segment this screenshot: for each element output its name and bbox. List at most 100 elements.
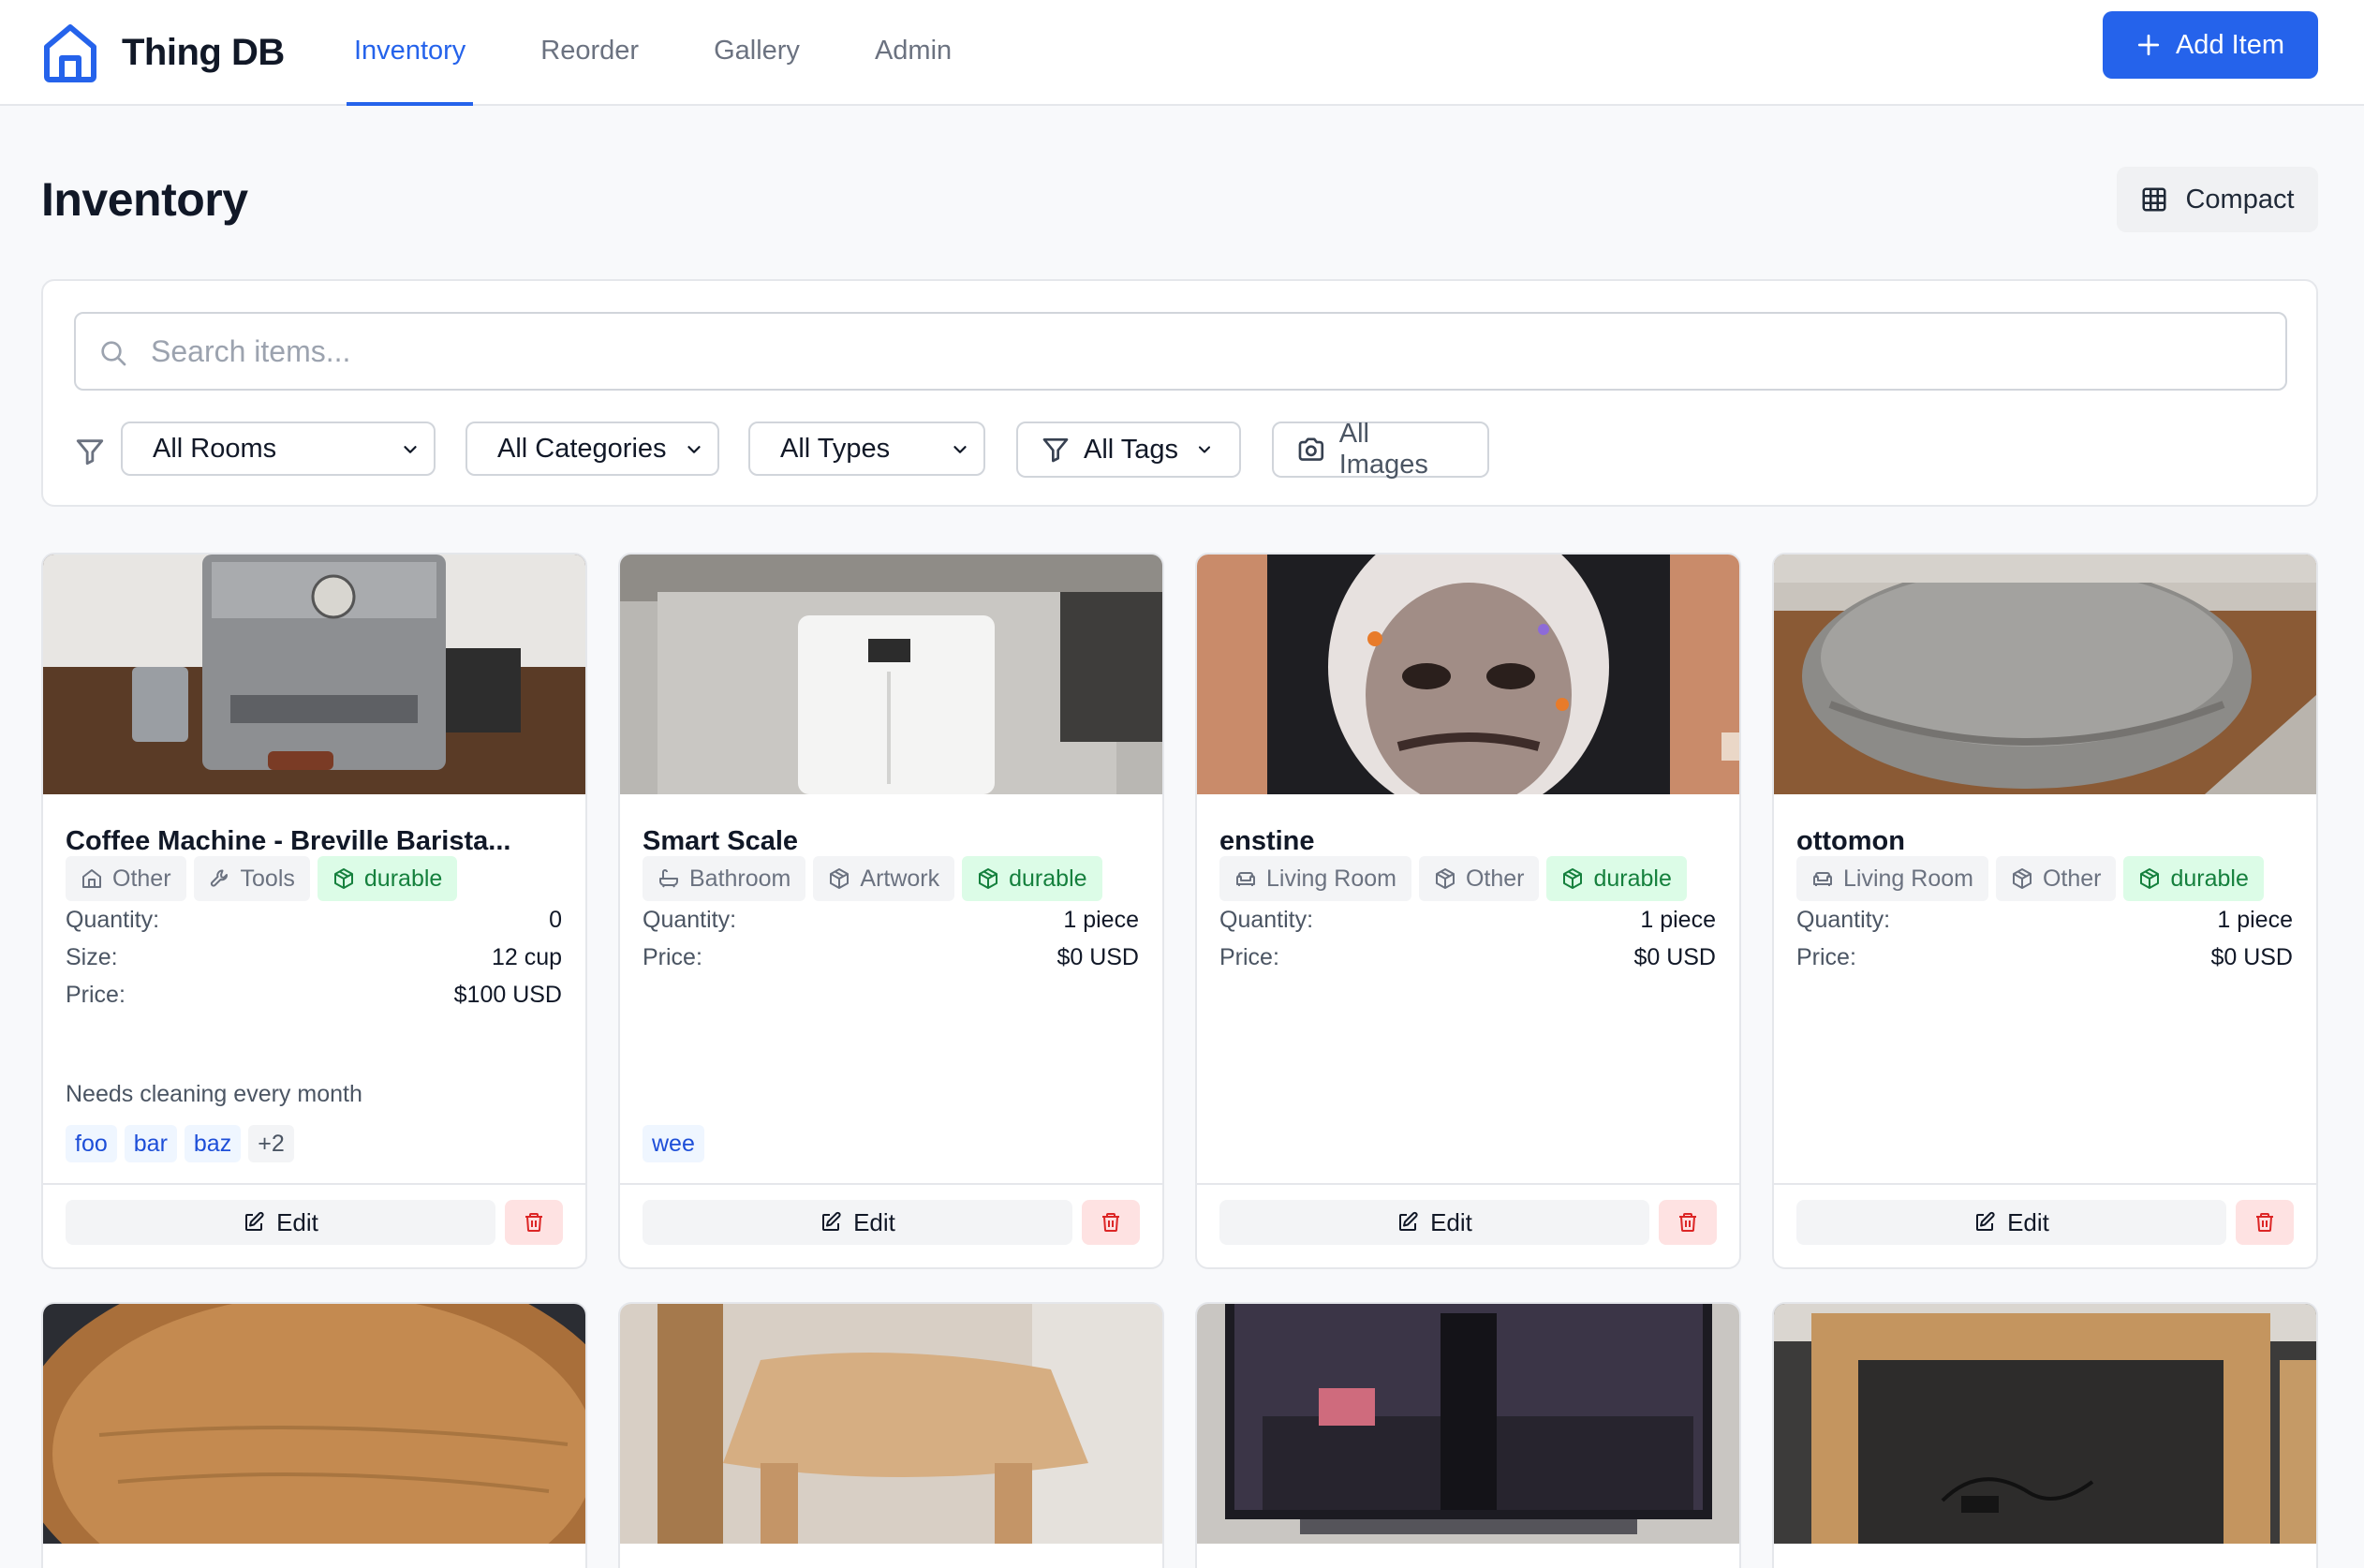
size-label: Size: xyxy=(66,944,118,970)
types-select-value: All Types xyxy=(780,433,891,464)
filter-panel: All Rooms All Categories All Types All T… xyxy=(41,279,2318,507)
item-card[interactable]: Smart Scale Bathroom Artwork durable Qua… xyxy=(618,553,1164,1269)
category-badge-label: Artwork xyxy=(860,865,940,892)
camera-icon xyxy=(1298,437,1324,461)
item-tags: foo bar baz +2 xyxy=(66,1125,294,1162)
edit-button[interactable]: Edit xyxy=(1796,1200,2226,1245)
item-title[interactable]: enstine xyxy=(1219,826,1716,857)
add-item-label: Add Item xyxy=(2175,29,2285,60)
item-photo-enstine[interactable] xyxy=(1197,555,1739,794)
item-photo-wood-stool[interactable] xyxy=(620,1304,1162,1544)
rooms-select[interactable]: All Rooms xyxy=(121,422,436,476)
category-badge-label: Other xyxy=(1465,865,1525,892)
more-tags-chip[interactable]: +2 xyxy=(248,1125,294,1162)
compact-view-button[interactable]: Compact xyxy=(2117,167,2318,232)
type-badge-label: durable xyxy=(1009,865,1087,892)
edit-button[interactable]: Edit xyxy=(643,1200,1072,1245)
edit-button[interactable]: Edit xyxy=(1219,1200,1649,1245)
edit-icon xyxy=(1973,1211,1996,1234)
room-badge: Living Room xyxy=(1796,856,1988,901)
categories-select[interactable]: All Categories xyxy=(465,422,719,476)
nav-tab-inventory[interactable]: Inventory xyxy=(347,0,474,106)
main-nav: Inventory Reorder Gallery Admin xyxy=(347,0,1019,106)
quantity-row: Quantity: 1 piece xyxy=(1219,907,1716,934)
room-badge-label: Living Room xyxy=(1266,865,1396,892)
nav-tab-admin[interactable]: Admin xyxy=(867,0,959,106)
package-icon xyxy=(2011,867,2033,890)
tags-filter-label: All Tags xyxy=(1084,434,1179,465)
images-filter-button[interactable]: All Images xyxy=(1272,419,1489,480)
category-badge: Other xyxy=(1418,856,1540,901)
price-label: Price: xyxy=(643,944,702,970)
types-select[interactable]: All Types xyxy=(748,422,985,476)
item-title[interactable]: ottomon xyxy=(1796,826,2293,857)
package-icon xyxy=(2138,867,2161,890)
nav-tab-gallery[interactable]: Gallery xyxy=(706,0,807,106)
search-input[interactable] xyxy=(151,314,2268,389)
edit-button[interactable]: Edit xyxy=(66,1200,495,1245)
quantity-label: Quantity: xyxy=(1219,907,1314,933)
rooms-select-value: All Rooms xyxy=(153,433,277,464)
item-photo-wood-tray[interactable] xyxy=(43,1304,585,1544)
delete-button[interactable] xyxy=(2236,1200,2294,1245)
item-title[interactable]: Coffee Machine - Breville Barista... xyxy=(66,826,562,857)
item-card[interactable] xyxy=(618,1302,1164,1568)
item-card[interactable]: Coffee Machine - Breville Barista... Oth… xyxy=(41,553,587,1269)
item-title[interactable]: Smart Scale xyxy=(643,826,1139,857)
item-card[interactable]: ottomon Living Room Other durable Quanti… xyxy=(1772,553,2318,1269)
package-icon xyxy=(1434,867,1456,890)
top-navbar: Thing DB Inventory Reorder Gallery Admin… xyxy=(0,0,2364,106)
item-photo-ottomon[interactable] xyxy=(1774,555,2316,794)
item-card[interactable]: enstine Living Room Other durable Quanti… xyxy=(1195,553,1741,1269)
images-filter-label: All Images xyxy=(1338,419,1428,480)
home-icon xyxy=(81,867,103,890)
chevron-down-icon xyxy=(687,446,701,453)
quantity-value: 1 piece xyxy=(1640,907,1716,933)
item-card[interactable] xyxy=(1195,1302,1741,1568)
type-badge-label: durable xyxy=(2170,865,2249,892)
wrench-icon xyxy=(209,867,231,890)
item-tags: wee xyxy=(643,1125,704,1162)
quantity-label: Quantity: xyxy=(66,907,160,933)
chevron-down-icon xyxy=(953,446,967,453)
type-badge: durable xyxy=(2123,856,2264,901)
item-photo-coffee-machine[interactable] xyxy=(43,555,585,794)
tag-chip[interactable]: bar xyxy=(124,1125,177,1162)
item-photo-smart-scale[interactable] xyxy=(620,555,1162,794)
quantity-value: 1 piece xyxy=(2217,907,2293,933)
room-badge-label: Other xyxy=(112,865,171,892)
plus-icon xyxy=(2137,34,2160,56)
price-label: Price: xyxy=(1796,944,1856,970)
filter-icon xyxy=(1042,438,1069,463)
category-badge: Other xyxy=(1995,856,2117,901)
type-badge: durable xyxy=(317,856,458,901)
item-photo-wood-console[interactable] xyxy=(1774,1304,2316,1544)
quantity-value: 1 piece xyxy=(1063,907,1139,933)
grid-icon xyxy=(2142,187,2166,212)
room-badge: Bathroom xyxy=(643,856,806,901)
price-label: Price: xyxy=(1219,944,1279,970)
brand[interactable]: Thing DB xyxy=(41,13,285,92)
package-icon xyxy=(977,867,999,890)
quantity-label: Quantity: xyxy=(1796,907,1891,933)
tag-chip[interactable]: wee xyxy=(643,1125,704,1162)
item-badges: Living Room Other durable xyxy=(1219,856,1687,901)
nav-tab-reorder[interactable]: Reorder xyxy=(533,0,646,106)
room-badge-label: Bathroom xyxy=(689,865,791,892)
type-badge: durable xyxy=(962,856,1102,901)
type-badge: durable xyxy=(1546,856,1687,901)
card-actions: Edit xyxy=(620,1183,1162,1267)
item-card[interactable] xyxy=(1772,1302,2318,1568)
item-card[interactable] xyxy=(41,1302,587,1568)
delete-button[interactable] xyxy=(1659,1200,1717,1245)
edit-label: Edit xyxy=(2007,1207,2049,1236)
delete-button[interactable] xyxy=(1082,1200,1140,1245)
quantity-row: Quantity: 0 xyxy=(66,907,562,934)
card-actions: Edit xyxy=(43,1183,585,1267)
tag-chip[interactable]: baz xyxy=(184,1125,242,1162)
tags-filter-button[interactable]: All Tags xyxy=(1016,422,1241,478)
delete-button[interactable] xyxy=(505,1200,563,1245)
add-item-button[interactable]: Add Item xyxy=(2103,11,2318,79)
tag-chip[interactable]: foo xyxy=(66,1125,117,1162)
item-photo-television[interactable] xyxy=(1197,1304,1739,1544)
